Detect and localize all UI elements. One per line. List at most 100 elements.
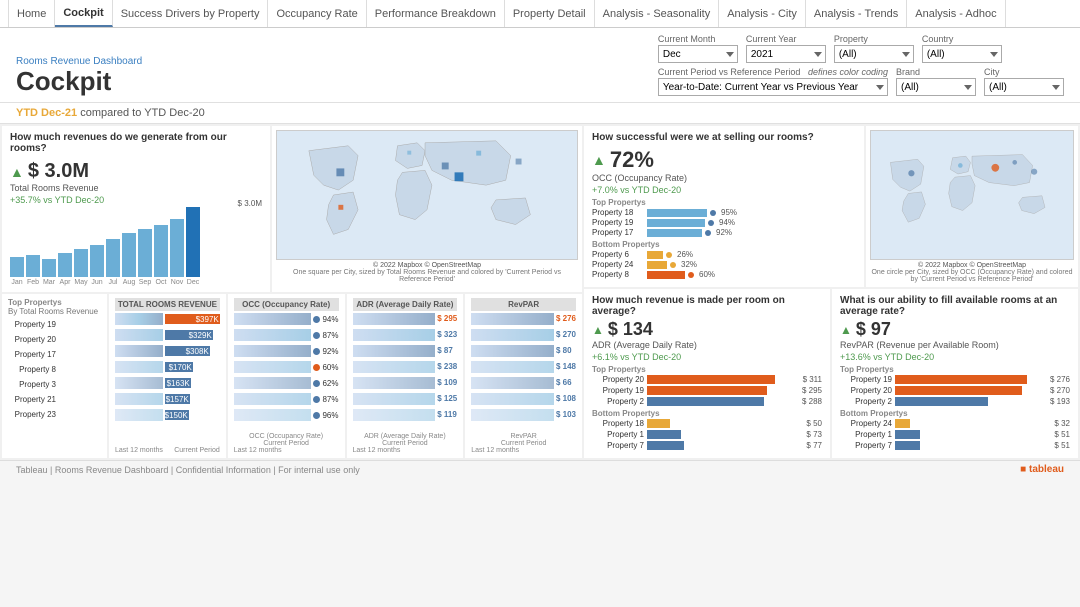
revpar-content: $ 276 $ 270 $ 80 $ 148 $ 66 $ 108 $ 103 (471, 313, 576, 431)
revenue-arrow: ▲ (10, 164, 24, 180)
revpar-vals: $ 276 $ 270 $ 80 $ 148 $ 66 $ 108 $ 103 (556, 313, 576, 431)
list-item: Property 21 (8, 395, 101, 404)
bar-jan (10, 257, 24, 277)
bar-month-labels: Jan Feb Mar Apr May Jun Jul Aug Sep Oct … (10, 279, 262, 286)
revpar-arrow: ▲ (840, 323, 852, 337)
bar-top-val: $ 3.0M (238, 199, 262, 208)
filter-country-label: Country (922, 34, 1002, 44)
tableau-logo: ■ tableau (1020, 464, 1064, 475)
adr-top: Top Propertys Property 20 $ 311 Property… (592, 365, 822, 406)
adr-revpar-section: How much revenue is made per room on ave… (584, 289, 1078, 458)
occ-dot-1: 94% (313, 313, 338, 325)
nav-performance[interactable]: Performance Breakdown (367, 0, 505, 27)
occ-content: 94% 87% 92% 60% 62% 87% 96% (234, 313, 339, 431)
filter-row-1: Current Month Dec Current Year 2021 Prop… (658, 34, 1064, 63)
occ-big-row: ▲ 72% (592, 147, 856, 173)
filter-country: Country (All) (922, 34, 1002, 63)
filter-current-month-select[interactable]: Dec (658, 45, 738, 63)
revenue-question: How much revenues do we generate from ou… (10, 132, 262, 154)
nav-analysis-seasonality[interactable]: Analysis - Seasonality (595, 0, 720, 27)
adr-card: How much revenue is made per room on ave… (584, 289, 830, 458)
nav-home[interactable]: Home (8, 0, 55, 27)
list-item: Property 19 94% (592, 218, 856, 227)
ytd-compared: compared to YTD Dec-20 (80, 107, 205, 119)
revpar-question: What is our ability to fill available ro… (840, 295, 1070, 317)
trr-bar-fill-6: $157K (165, 394, 190, 404)
trr-bar-fill-5: $163K (165, 378, 191, 388)
revpar-title: RevPAR (471, 298, 576, 311)
bar-dec (186, 207, 200, 277)
occ-map-caption: © 2022 Mapbox © OpenStreetMap (870, 262, 1074, 269)
filter-property: Property (All) (834, 34, 914, 63)
adr-column: ADR (Average Daily Rate) $ 295 $ 323 (347, 294, 464, 458)
list-item: Property 3 (8, 380, 101, 389)
occ-spark-3 (234, 345, 312, 357)
trr-bar-5: $163K (165, 377, 220, 389)
occ-spark-1 (234, 313, 312, 325)
filter-current-year-select[interactable]: 2021 (746, 45, 826, 63)
list-item: Property 19 (8, 320, 101, 329)
revenue-map-card: © 2022 Mapbox © OpenStreetMap One square… (272, 126, 582, 292)
metrics-label: By Total Rooms Revenue (8, 307, 101, 316)
nav-success-drivers[interactable]: Success Drivers by Property (113, 0, 269, 27)
list-item: Property 19 $ 295 (592, 386, 822, 395)
sparkline-5 (115, 377, 163, 389)
occ-column: OCC (Occupancy Rate) 94% 87% 92 (228, 294, 345, 458)
bar-mar (42, 259, 56, 277)
occ-arrow: ▲ (592, 152, 606, 168)
nav-cockpit[interactable]: Cockpit (55, 0, 112, 27)
list-item: Property 8 60% (592, 270, 856, 279)
nav-analysis-city[interactable]: Analysis - City (719, 0, 806, 27)
revenue-map-caption: © 2022 Mapbox © OpenStreetMap (276, 262, 578, 269)
adr-vs-label: +6.1% vs YTD Dec-20 (592, 352, 822, 362)
occ-dot-4: 60% (313, 361, 338, 373)
filter-current-year: Current Year 2021 (746, 34, 826, 63)
revpar-bottom: Bottom Propertys Property 24 $ 32 Proper… (840, 409, 1070, 450)
revenue-top-section: How much revenues do we generate from ou… (2, 126, 582, 292)
page-footer: Tableau | Rooms Revenue Dashboard | Conf… (0, 460, 1080, 478)
revpar-column: RevPAR $ 276 $ 270 $ 80 (465, 294, 582, 458)
adr-sparklines (353, 313, 436, 431)
nav-occupancy-rate[interactable]: Occupancy Rate (268, 0, 366, 27)
filter-current-year-label: Current Year (746, 34, 826, 44)
filter-city-select[interactable]: (All) (984, 78, 1064, 96)
filter-current-month: Current Month Dec (658, 34, 738, 63)
nav-analysis-adhoc[interactable]: Analysis - Adhoc (907, 0, 1005, 27)
filter-brand-select[interactable]: (All) (896, 78, 976, 96)
occ-sparklines (234, 313, 312, 431)
occ-question: How successful were we at selling our ro… (592, 132, 856, 143)
filter-property-select[interactable]: (All) (834, 45, 914, 63)
nav-analysis-trends[interactable]: Analysis - Trends (806, 0, 907, 27)
adr-labels: Last 12 months (353, 447, 458, 454)
trr-bar-fill-1: $397K (165, 314, 220, 324)
bar-chart (10, 207, 262, 277)
ytd-title: YTD Dec-21 (16, 107, 77, 119)
page-header: Rooms Revenue Dashboard Cockpit Current … (0, 28, 1080, 103)
sparkline-3 (115, 345, 163, 357)
filter-city-label: City (984, 67, 1064, 77)
sparkline-2 (115, 329, 163, 341)
trr-column: TOTAL ROOMS REVENUE (109, 294, 226, 458)
trr-bar-4: $170K (165, 361, 220, 373)
occ-section: How successful were we at selling our ro… (584, 126, 1078, 287)
trr-bar-fill-3: $308K (165, 346, 210, 356)
filter-current-month-label: Current Month (658, 34, 738, 44)
adr-footer: ADR (Average Daily Rate)Current Period (353, 433, 458, 447)
revenue-world-map (276, 130, 578, 260)
occ-map-card: © 2022 Mapbox © OpenStreetMap One circle… (866, 126, 1078, 287)
filter-period-select[interactable]: Year-to-Date: Current Year vs Previous Y… (658, 78, 888, 96)
nav-property-detail[interactable]: Property Detail (505, 0, 595, 27)
world-map-svg (277, 131, 577, 259)
filter-country-select[interactable]: (All) (922, 45, 1002, 63)
occ-world-map (870, 130, 1074, 260)
metrics-table-section: Top Propertys By Total Rooms Revenue Pro… (2, 294, 582, 458)
trr-bar-7: $150K (165, 409, 220, 421)
trr-sparklines (115, 313, 163, 445)
occ-top-props: Top Propertys Property 18 95% Property 1… (592, 198, 856, 237)
trr-content: $397K $329K $308K (115, 313, 220, 445)
occ-metrics-card: How successful were we at selling our ro… (584, 126, 864, 287)
bar-sep (138, 229, 152, 277)
filter-row-2: Current Period vs Reference Period defin… (658, 67, 1064, 96)
revpar-bottom-label: Bottom Propertys (840, 409, 1070, 418)
list-item: Property 20 (8, 335, 101, 344)
